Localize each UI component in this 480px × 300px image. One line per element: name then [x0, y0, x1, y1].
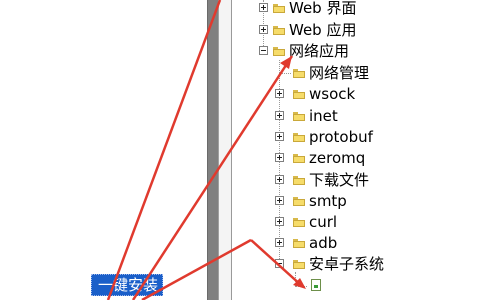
tree-item-smtp[interactable]: smtp	[231, 191, 480, 211]
pane-splitter[interactable]	[207, 0, 219, 300]
expand-toggle[interactable]	[275, 132, 284, 141]
tree-item-download-file[interactable]: 下载文件	[231, 170, 480, 190]
tree-item-one-click-install[interactable]: 一键安装	[91, 274, 163, 296]
tree-item-label: protobuf	[309, 128, 373, 146]
expand-toggle[interactable]	[275, 153, 284, 162]
tree-item-label: wsock	[309, 85, 356, 103]
tree-item-label: Web 界面	[289, 0, 357, 17]
tree-item-inet[interactable]: inet	[231, 106, 480, 126]
source-file-icon	[311, 279, 321, 291]
tree-item-label: inet	[309, 107, 338, 125]
collapse-toggle[interactable]	[275, 259, 284, 268]
folder-icon	[293, 154, 305, 163]
tree-line-android	[295, 272, 296, 286]
tree-item-label: zeromq	[309, 149, 366, 167]
tree-item-network-mgmt[interactable]: 网络管理	[231, 63, 480, 83]
project-tree: Web 界面 Web 应用 网络应用 网络管理 wsock inet proto…	[231, 0, 480, 300]
tree-item-label: 下载文件	[309, 171, 370, 189]
expand-toggle[interactable]	[275, 238, 284, 247]
folder-icon	[293, 197, 305, 206]
tree-item-label: 网络管理	[309, 64, 370, 82]
tree-item-wsock[interactable]: wsock	[231, 84, 480, 104]
folder-icon	[293, 133, 305, 142]
folder-icon	[273, 4, 285, 13]
tree-item-protobuf[interactable]: protobuf	[231, 127, 480, 147]
collapse-toggle[interactable]	[259, 46, 268, 55]
folder-icon	[273, 47, 285, 56]
tree-item-zeromq[interactable]: zeromq	[231, 148, 480, 168]
folder-icon	[293, 176, 305, 185]
tree-item-label: adb	[309, 234, 338, 252]
tree-item-label: 一键安装	[98, 276, 159, 294]
folder-icon	[293, 260, 305, 269]
tree-item-adb[interactable]: adb	[231, 233, 480, 253]
tree-item-label: Web 应用	[289, 21, 357, 39]
tree-item-curl[interactable]: curl	[231, 212, 480, 232]
tree-item-android-subsystem[interactable]: 安卓子系统	[231, 254, 480, 274]
expand-toggle[interactable]	[259, 25, 268, 34]
tree-item-web-ui[interactable]: Web 界面	[231, 0, 480, 18]
folder-icon	[293, 218, 305, 227]
folder-icon	[293, 90, 305, 99]
tree-item-web-app[interactable]: Web 应用	[231, 20, 480, 40]
folder-icon	[293, 69, 305, 78]
expand-toggle[interactable]	[275, 111, 284, 120]
folder-icon	[293, 112, 305, 121]
left-pane	[0, 0, 207, 300]
folder-icon	[293, 239, 305, 248]
tree-item-label: smtp	[309, 192, 347, 210]
tree-item-label: curl	[309, 213, 338, 231]
tree-item-label: 网络应用	[289, 42, 350, 60]
tree-line-android-child	[295, 286, 307, 287]
folder-icon	[273, 26, 285, 35]
expand-toggle[interactable]	[275, 89, 284, 98]
expand-toggle[interactable]	[275, 175, 284, 184]
expand-toggle[interactable]	[259, 3, 268, 12]
tree-item-label: 安卓子系统	[309, 255, 385, 273]
expand-toggle[interactable]	[275, 196, 284, 205]
expand-toggle[interactable]	[275, 217, 284, 226]
pane-gap	[219, 0, 231, 300]
tree-item-network-app[interactable]: 网络应用	[231, 41, 480, 61]
